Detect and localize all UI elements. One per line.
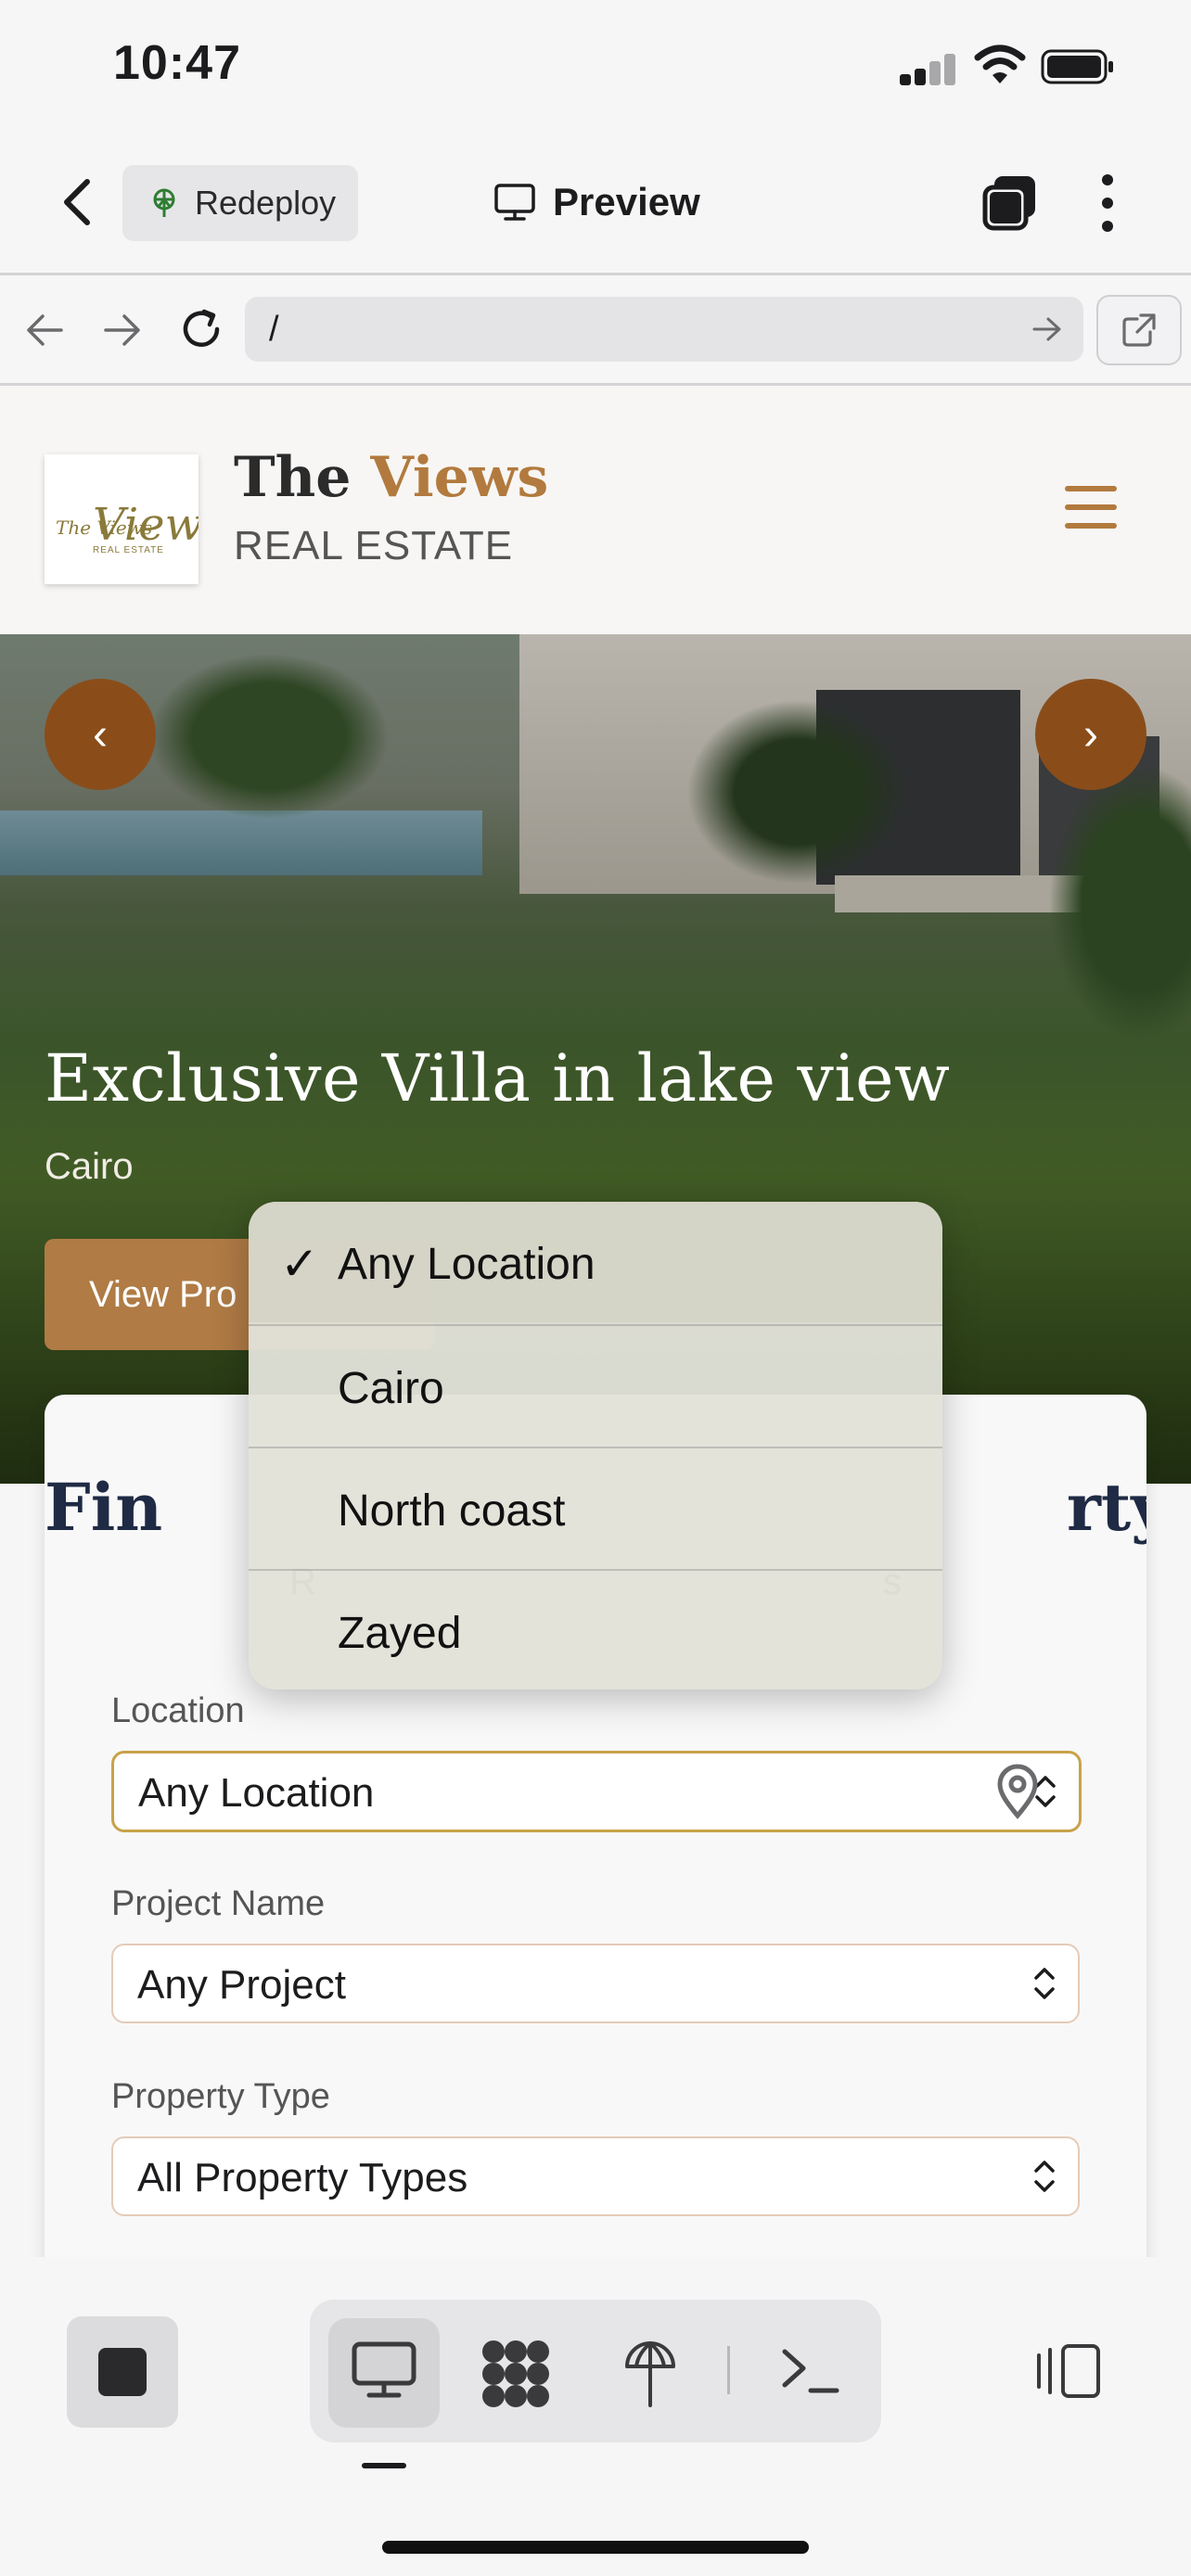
home-indicator: [382, 2541, 809, 2554]
url-text: /: [269, 310, 279, 349]
arrow-left-icon[interactable]: [24, 312, 65, 349]
wifi-icon: [974, 45, 1026, 83]
chevron-up-down-icon: [1034, 1968, 1055, 1999]
preview-desktop-icon: [352, 2341, 416, 2398]
brand-title-views: Views: [370, 445, 549, 510]
property-type-select[interactable]: All Property Types: [111, 2136, 1080, 2216]
dropdown-option-any-location[interactable]: ✓ Any Location: [249, 1202, 942, 1322]
chevron-up-down-icon: [1034, 2161, 1055, 2192]
site-logo[interactable]: The Views Views REAL ESTATE: [45, 454, 225, 584]
tabs-icon[interactable]: [981, 174, 1039, 232]
stop-icon: [98, 2348, 147, 2396]
option-label: North coast: [338, 1486, 566, 1536]
location-pin-icon: [997, 1764, 1038, 1819]
hero-image-palm: [686, 699, 909, 885]
checkmark-icon: ✓: [280, 1238, 319, 1290]
location-dropdown-menu: ✓ Any Location Cairo North coast Zayed: [249, 1202, 942, 1690]
redeploy-label: Redeploy: [195, 184, 337, 222]
property-type-label: Property Type: [111, 2077, 330, 2116]
active-tab-indicator: [362, 2463, 406, 2468]
toolbar-divider: [727, 2346, 730, 2394]
option-label: Cairo: [338, 1364, 444, 1413]
hero-title: Exclusive Villa in lake view: [45, 1040, 951, 1116]
location-value: Any Location: [138, 1770, 375, 1816]
deploy-icon: [153, 188, 175, 217]
more-vertical-icon[interactable]: [1095, 172, 1121, 234]
redeploy-button[interactable]: Redeploy: [122, 165, 358, 241]
preview-title: Preview: [493, 172, 700, 232]
dropdown-option-north-coast[interactable]: North coast: [249, 1447, 942, 1569]
status-time: 10:47: [113, 36, 241, 90]
view-property-label: View Pro: [89, 1274, 237, 1315]
svg-text:REAL ESTATE: REAL ESTATE: [93, 545, 164, 555]
hamburger-menu-icon[interactable]: [1065, 486, 1117, 529]
battery-icon: [1041, 49, 1113, 84]
hero-image-palm: [1048, 764, 1191, 1042]
option-label: Zayed: [338, 1609, 462, 1658]
hero-next-button[interactable]: ›: [1035, 679, 1146, 790]
preview-label: Preview: [553, 180, 700, 223]
shell-icon[interactable]: [779, 2344, 840, 2396]
location-select[interactable]: Any Location: [111, 1751, 1082, 1832]
location-label: Location: [111, 1691, 245, 1730]
external-link-icon: [1122, 313, 1156, 347]
option-label: Any Location: [338, 1240, 596, 1289]
deploy-icon[interactable]: [621, 2335, 679, 2409]
hero-prev-button[interactable]: ‹: [45, 679, 156, 790]
hero-image-palm: [148, 653, 390, 820]
chevron-right-icon: ›: [1083, 709, 1098, 759]
dropdown-option-cairo[interactable]: Cairo: [249, 1324, 942, 1447]
apps-icon[interactable]: [479, 2337, 553, 2411]
brand-title-the: The: [234, 445, 352, 510]
cellular-signal-icon: [900, 54, 957, 85]
monitor-icon: [494, 184, 535, 221]
open-external-button[interactable]: [1096, 295, 1182, 365]
arrow-right-icon[interactable]: [1031, 315, 1063, 343]
arrow-right-icon[interactable]: [102, 312, 143, 349]
back-chevron-icon[interactable]: [56, 176, 100, 228]
project-name-select[interactable]: Any Project: [111, 1944, 1080, 2023]
hero-location: Cairo: [45, 1146, 134, 1187]
svg-text:Views: Views: [93, 499, 198, 551]
url-input[interactable]: /: [245, 297, 1083, 362]
logo-mark: The Views Views REAL ESTATE: [56, 499, 225, 555]
chevron-left-icon: ‹: [93, 709, 108, 759]
brand-subtitle: REAL ESTATE: [234, 523, 514, 568]
project-name-label: Project Name: [111, 1884, 326, 1923]
layout-icon[interactable]: [1035, 2342, 1102, 2400]
dropdown-option-zayed[interactable]: Zayed: [249, 1569, 942, 1690]
stop-button[interactable]: [67, 2316, 178, 2428]
brand-title: The Views: [234, 445, 548, 510]
hero-image-pool: [0, 810, 482, 875]
property-type-value: All Property Types: [137, 2155, 468, 2200]
project-name-value: Any Project: [137, 1962, 346, 2008]
reload-icon[interactable]: [178, 306, 224, 352]
